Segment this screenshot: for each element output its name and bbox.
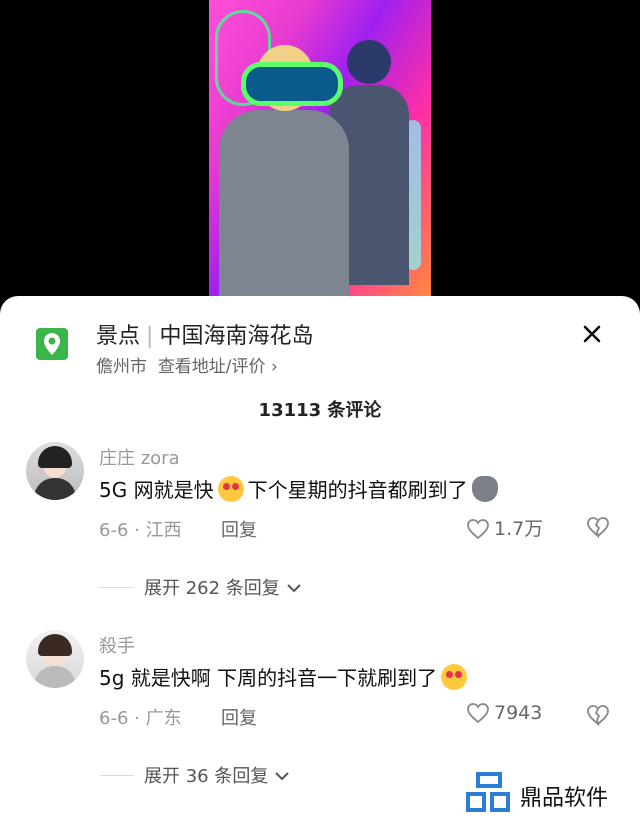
dislike-button[interactable] [586,516,610,542]
divider [100,587,134,588]
comment-item: 殺手 5g 就是快啊 下周的抖音一下就刷到了 6-6 · 广东 回复 7943 … [0,630,640,787]
comment-meta: 6-6 · 广东 [99,708,182,729]
location-title: 景点 | 中国海南海花岛 [96,318,313,350]
comment-meta: 6-6 · 江西 [99,520,182,541]
video-preview[interactable] [209,0,431,300]
heart-eyes-emoji-icon [441,664,468,690]
location-place: 中国海南海花岛 [159,324,314,349]
comments-sheet: 景点 | 中国海南海花岛 儋州市 查看地址/评价 › 13113 条评论 庄庄 zo… [0,296,640,820]
expand-replies-label: 展开 262 条回复 [144,578,280,599]
expand-replies-label: 展开 36 条回复 [144,766,269,787]
broken-heart-icon [587,705,609,727]
like-button[interactable]: 7943 [466,702,542,724]
avatar[interactable] [26,630,84,688]
location-pin-icon [36,328,68,360]
location-subtitle[interactable]: 儋州市 查看地址/评价 › [96,352,278,377]
comment-item: 庄庄 zora 5G 网就是快 下个星期的抖音都刷到了 6-6 · 江西 回复 1… [0,442,640,599]
dancer [219,110,349,300]
view-address-link[interactable]: 查看地址/评价 [158,357,266,377]
location-city: 儋州市 [96,357,147,377]
dislike-button[interactable] [586,704,610,730]
comment-text-part: 下个星期的抖音都刷到了 [247,478,468,502]
comment-text: 5g 就是快啊 下周的抖音一下就刷到了 [99,662,471,691]
like-count: 7943 [494,702,543,724]
comment-text: 5G 网就是快 下个星期的抖音都刷到了 [99,474,502,503]
location-category: 景点 [96,324,141,349]
watermark-logo-icon [466,772,510,812]
comment-text-part: 5g 就是快啊 下周的抖音一下就刷到了 [99,666,438,690]
novelty-glasses [241,62,343,106]
heart-icon [467,519,489,540]
heart-eyes-emoji-icon [217,476,244,502]
dancer-head [347,40,391,84]
avatar[interactable] [26,442,84,500]
watermark-text: 鼎品软件 [520,786,609,811]
expand-replies-button[interactable]: 展开 262 条回复 [100,574,302,600]
divider: | [146,324,154,349]
heart-icon [467,703,489,724]
like-button[interactable]: 1.7万 [466,514,543,541]
divider [100,775,134,776]
comment-username[interactable]: 殺手 [99,632,135,658]
chevron-down-icon [275,772,289,781]
reply-button[interactable]: 回复 [221,704,257,730]
location-bar[interactable]: 景点 | 中国海南海花岛 儋州市 查看地址/评价 › [36,318,606,382]
comments-count: 13113 条评论 [258,400,382,421]
close-icon [583,325,601,343]
chevron-down-icon [286,584,301,593]
comment-username[interactable]: 庄庄 zora [99,444,180,470]
like-count: 1.7万 [494,518,544,540]
comment-text-part: 5G 网就是快 [99,478,214,502]
watermark: 鼎品软件 [464,772,634,818]
expand-replies-button[interactable]: 展开 36 条回复 [100,762,290,788]
broken-heart-icon [587,517,609,539]
reply-button[interactable]: 回复 [221,516,257,542]
wolf-emoji-icon [471,476,498,502]
close-button[interactable] [578,320,606,348]
